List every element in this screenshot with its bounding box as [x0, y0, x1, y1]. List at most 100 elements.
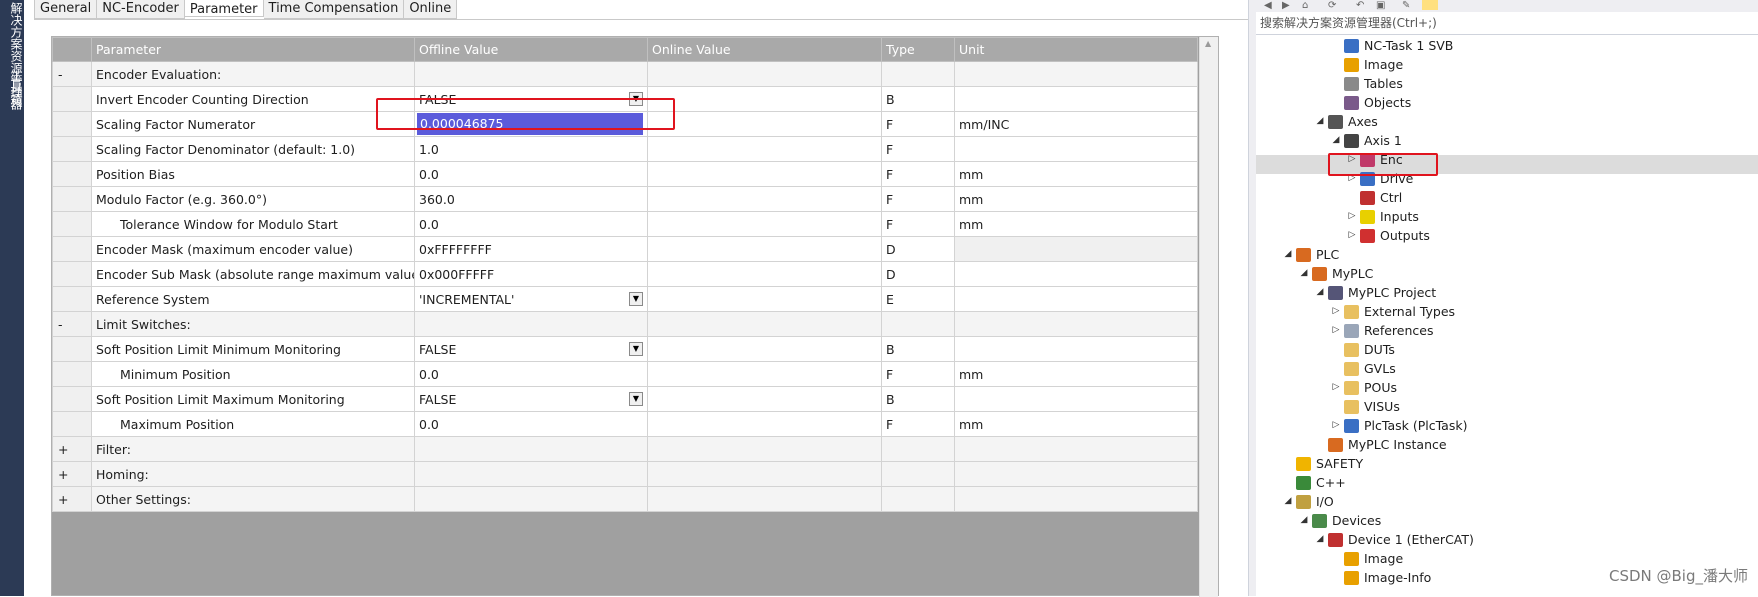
expanded-arrow-icon[interactable]: ◢	[1312, 530, 1328, 549]
tree-item[interactable]: ◢ I/O	[1280, 492, 1334, 511]
tree-item[interactable]: ◢ MyPLC	[1296, 264, 1374, 283]
offline-value-cell[interactable]: 0.0	[414, 211, 648, 237]
tree-item[interactable]: Image	[1328, 55, 1403, 74]
column-header-offline-value[interactable]: Offline Value	[414, 37, 648, 62]
tree-item[interactable]: ▷ POUs	[1328, 378, 1398, 397]
table-row[interactable]: Position Bias 0.0 Fmm	[52, 161, 1198, 187]
group-row[interactable]: - Encoder Evaluation:	[52, 61, 1198, 87]
pane-splitter[interactable]	[1248, 0, 1256, 596]
expanded-arrow-icon[interactable]: ◢	[1280, 492, 1296, 511]
scroll-up-icon[interactable]: ▲	[1205, 39, 1211, 48]
forward-icon[interactable]: ▶	[1282, 0, 1290, 11]
tab-general[interactable]: General	[34, 0, 98, 19]
table-row[interactable]: Encoder Mask (maximum encoder value) 0xFF…	[52, 236, 1198, 262]
dropdown-arrow-icon[interactable]: ▼	[629, 292, 643, 306]
table-row[interactable]: Soft Position Limit Minimum Monitoring FA…	[52, 336, 1198, 362]
table-row[interactable]: Reference System 'INCREMENTAL' ▼ E	[52, 286, 1198, 312]
undo-icon[interactable]: ↶	[1356, 0, 1364, 11]
tree-item[interactable]: C++	[1280, 473, 1346, 492]
dropdown-arrow-icon[interactable]: ▼	[629, 392, 643, 406]
offline-value-cell[interactable]: 0xFFFFFFFF	[414, 236, 648, 262]
tree-item[interactable]: Objects	[1328, 93, 1411, 112]
side-tab-toolbox[interactable]: 工具箱	[2, 70, 23, 106]
collapsed-arrow-icon[interactable]: ▷	[1328, 416, 1344, 435]
offline-value-cell[interactable]: 0.0	[414, 361, 648, 387]
offline-value-cell[interactable]: 1.0	[414, 136, 648, 162]
group-toggle[interactable]: +	[52, 461, 92, 487]
tree-item[interactable]: ◢ Device 1 (EtherCAT)	[1312, 530, 1474, 549]
tree-item[interactable]: ▷ Inputs	[1344, 207, 1419, 226]
offline-value-cell[interactable]: FALSE ▼	[414, 336, 648, 362]
pin-icon[interactable]: ✎	[1402, 0, 1410, 11]
expanded-arrow-icon[interactable]: ◢	[1296, 511, 1312, 530]
folder-view-icon[interactable]	[1422, 0, 1438, 10]
expanded-arrow-icon[interactable]: ◢	[1280, 245, 1296, 264]
offline-value-dropdown[interactable]: FALSE ▼	[419, 342, 643, 357]
tree-item[interactable]: Tables	[1328, 74, 1403, 93]
offline-value-cell[interactable]: 0.0	[414, 411, 648, 437]
table-row[interactable]: Tolerance Window for Modulo Start 0.0 Fmm	[52, 211, 1198, 237]
tree-item[interactable]: ◢ Axes	[1312, 112, 1378, 131]
expanded-arrow-icon[interactable]: ◢	[1312, 112, 1328, 131]
tree-item[interactable]: SAFETY	[1280, 454, 1363, 473]
collapsed-arrow-icon[interactable]: ▷	[1328, 302, 1344, 321]
tree-item[interactable]: Image	[1328, 549, 1403, 568]
offline-value-cell[interactable]: 360.0	[414, 186, 648, 212]
tree-item[interactable]: ◢ MyPLC Project	[1312, 283, 1437, 302]
tab-parameter[interactable]: Parameter	[184, 0, 264, 17]
column-header-type[interactable]: Type	[881, 37, 955, 62]
group-row[interactable]: + Filter:	[52, 436, 1198, 462]
table-row[interactable]: Modulo Factor (e.g. 360.0°) 360.0 Fmm	[52, 186, 1198, 212]
tab-nc-encoder[interactable]: NC-Encoder	[97, 0, 185, 19]
collapsed-arrow-icon[interactable]: ▷	[1328, 378, 1344, 397]
dropdown-arrow-icon[interactable]: ▼	[629, 342, 643, 356]
tree-item[interactable]: ◢ PLC	[1280, 245, 1340, 264]
tree-item[interactable]: NC-Task 1 SVB	[1328, 36, 1453, 55]
tree-item[interactable]: ▷ PlcTask (PlcTask)	[1328, 416, 1468, 435]
home-icon[interactable]: ⌂	[1302, 0, 1308, 11]
tree-item[interactable]: Ctrl	[1344, 188, 1402, 207]
tab-online[interactable]: Online	[404, 0, 458, 19]
tree-item[interactable]: GVLs	[1328, 359, 1396, 378]
group-toggle[interactable]: -	[52, 311, 92, 337]
group-row[interactable]: + Other Settings:	[52, 486, 1198, 512]
collapsed-arrow-icon[interactable]: ▷	[1328, 321, 1344, 340]
group-toggle[interactable]: +	[52, 486, 92, 512]
tree-item[interactable]: ▷ External Types	[1328, 302, 1456, 321]
column-header-parameter[interactable]: Parameter	[91, 37, 415, 62]
grid-vertical-scrollbar[interactable]: ▲	[1199, 37, 1218, 597]
offline-value-dropdown[interactable]: 'INCREMENTAL' ▼	[419, 292, 643, 307]
expanded-arrow-icon[interactable]: ◢	[1312, 283, 1328, 302]
collapsed-arrow-icon[interactable]: ▷	[1344, 207, 1360, 226]
tree-item[interactable]: MyPLC Instance	[1312, 435, 1447, 454]
tree-item[interactable]: ▷ References	[1328, 321, 1434, 340]
group-row[interactable]: + Homing:	[52, 461, 1198, 487]
offline-value-dropdown[interactable]: FALSE ▼	[419, 392, 643, 407]
properties-icon[interactable]: ▣	[1376, 0, 1385, 11]
sync-icon[interactable]: ⟳	[1328, 0, 1336, 11]
tree-item[interactable]: ◢ Devices	[1296, 511, 1382, 530]
tree-item[interactable]: ◢ Axis 1	[1328, 131, 1402, 150]
tab-time-compensation[interactable]: Time Compensation	[263, 0, 405, 19]
collapsed-arrow-icon[interactable]: ▷	[1344, 226, 1360, 245]
group-toggle[interactable]: -	[52, 61, 92, 87]
table-row[interactable]: Soft Position Limit Maximum Monitoring FA…	[52, 386, 1198, 412]
tree-item[interactable]: Image-Info	[1328, 568, 1431, 587]
expanded-arrow-icon[interactable]: ◢	[1328, 131, 1344, 150]
tree-item[interactable]: DUTs	[1328, 340, 1395, 359]
offline-value-cell[interactable]: 'INCREMENTAL' ▼	[414, 286, 648, 312]
back-icon[interactable]: ◀	[1264, 0, 1272, 11]
group-row[interactable]: - Limit Switches:	[52, 311, 1198, 337]
expanded-arrow-icon[interactable]: ◢	[1296, 264, 1312, 283]
table-row[interactable]: Maximum Position 0.0 Fmm	[52, 411, 1198, 437]
column-header-unit[interactable]: Unit	[954, 37, 1198, 62]
tree-item[interactable]: ▷ Outputs	[1344, 226, 1430, 245]
tree-item[interactable]: VISUs	[1328, 397, 1400, 416]
table-row[interactable]: Minimum Position 0.0 Fmm	[52, 361, 1198, 387]
offline-value-cell[interactable]: FALSE ▼	[414, 386, 648, 412]
offline-value-cell[interactable]: 0.0	[414, 161, 648, 187]
column-header-online-value[interactable]: Online Value	[647, 37, 882, 62]
table-row[interactable]: Scaling Factor Denominator (default: 1.0…	[52, 136, 1198, 162]
solution-search-input[interactable]: 搜索解决方案资源管理器(Ctrl+;)	[1256, 12, 1758, 35]
offline-value-cell[interactable]: 0x000FFFFF	[414, 261, 648, 287]
